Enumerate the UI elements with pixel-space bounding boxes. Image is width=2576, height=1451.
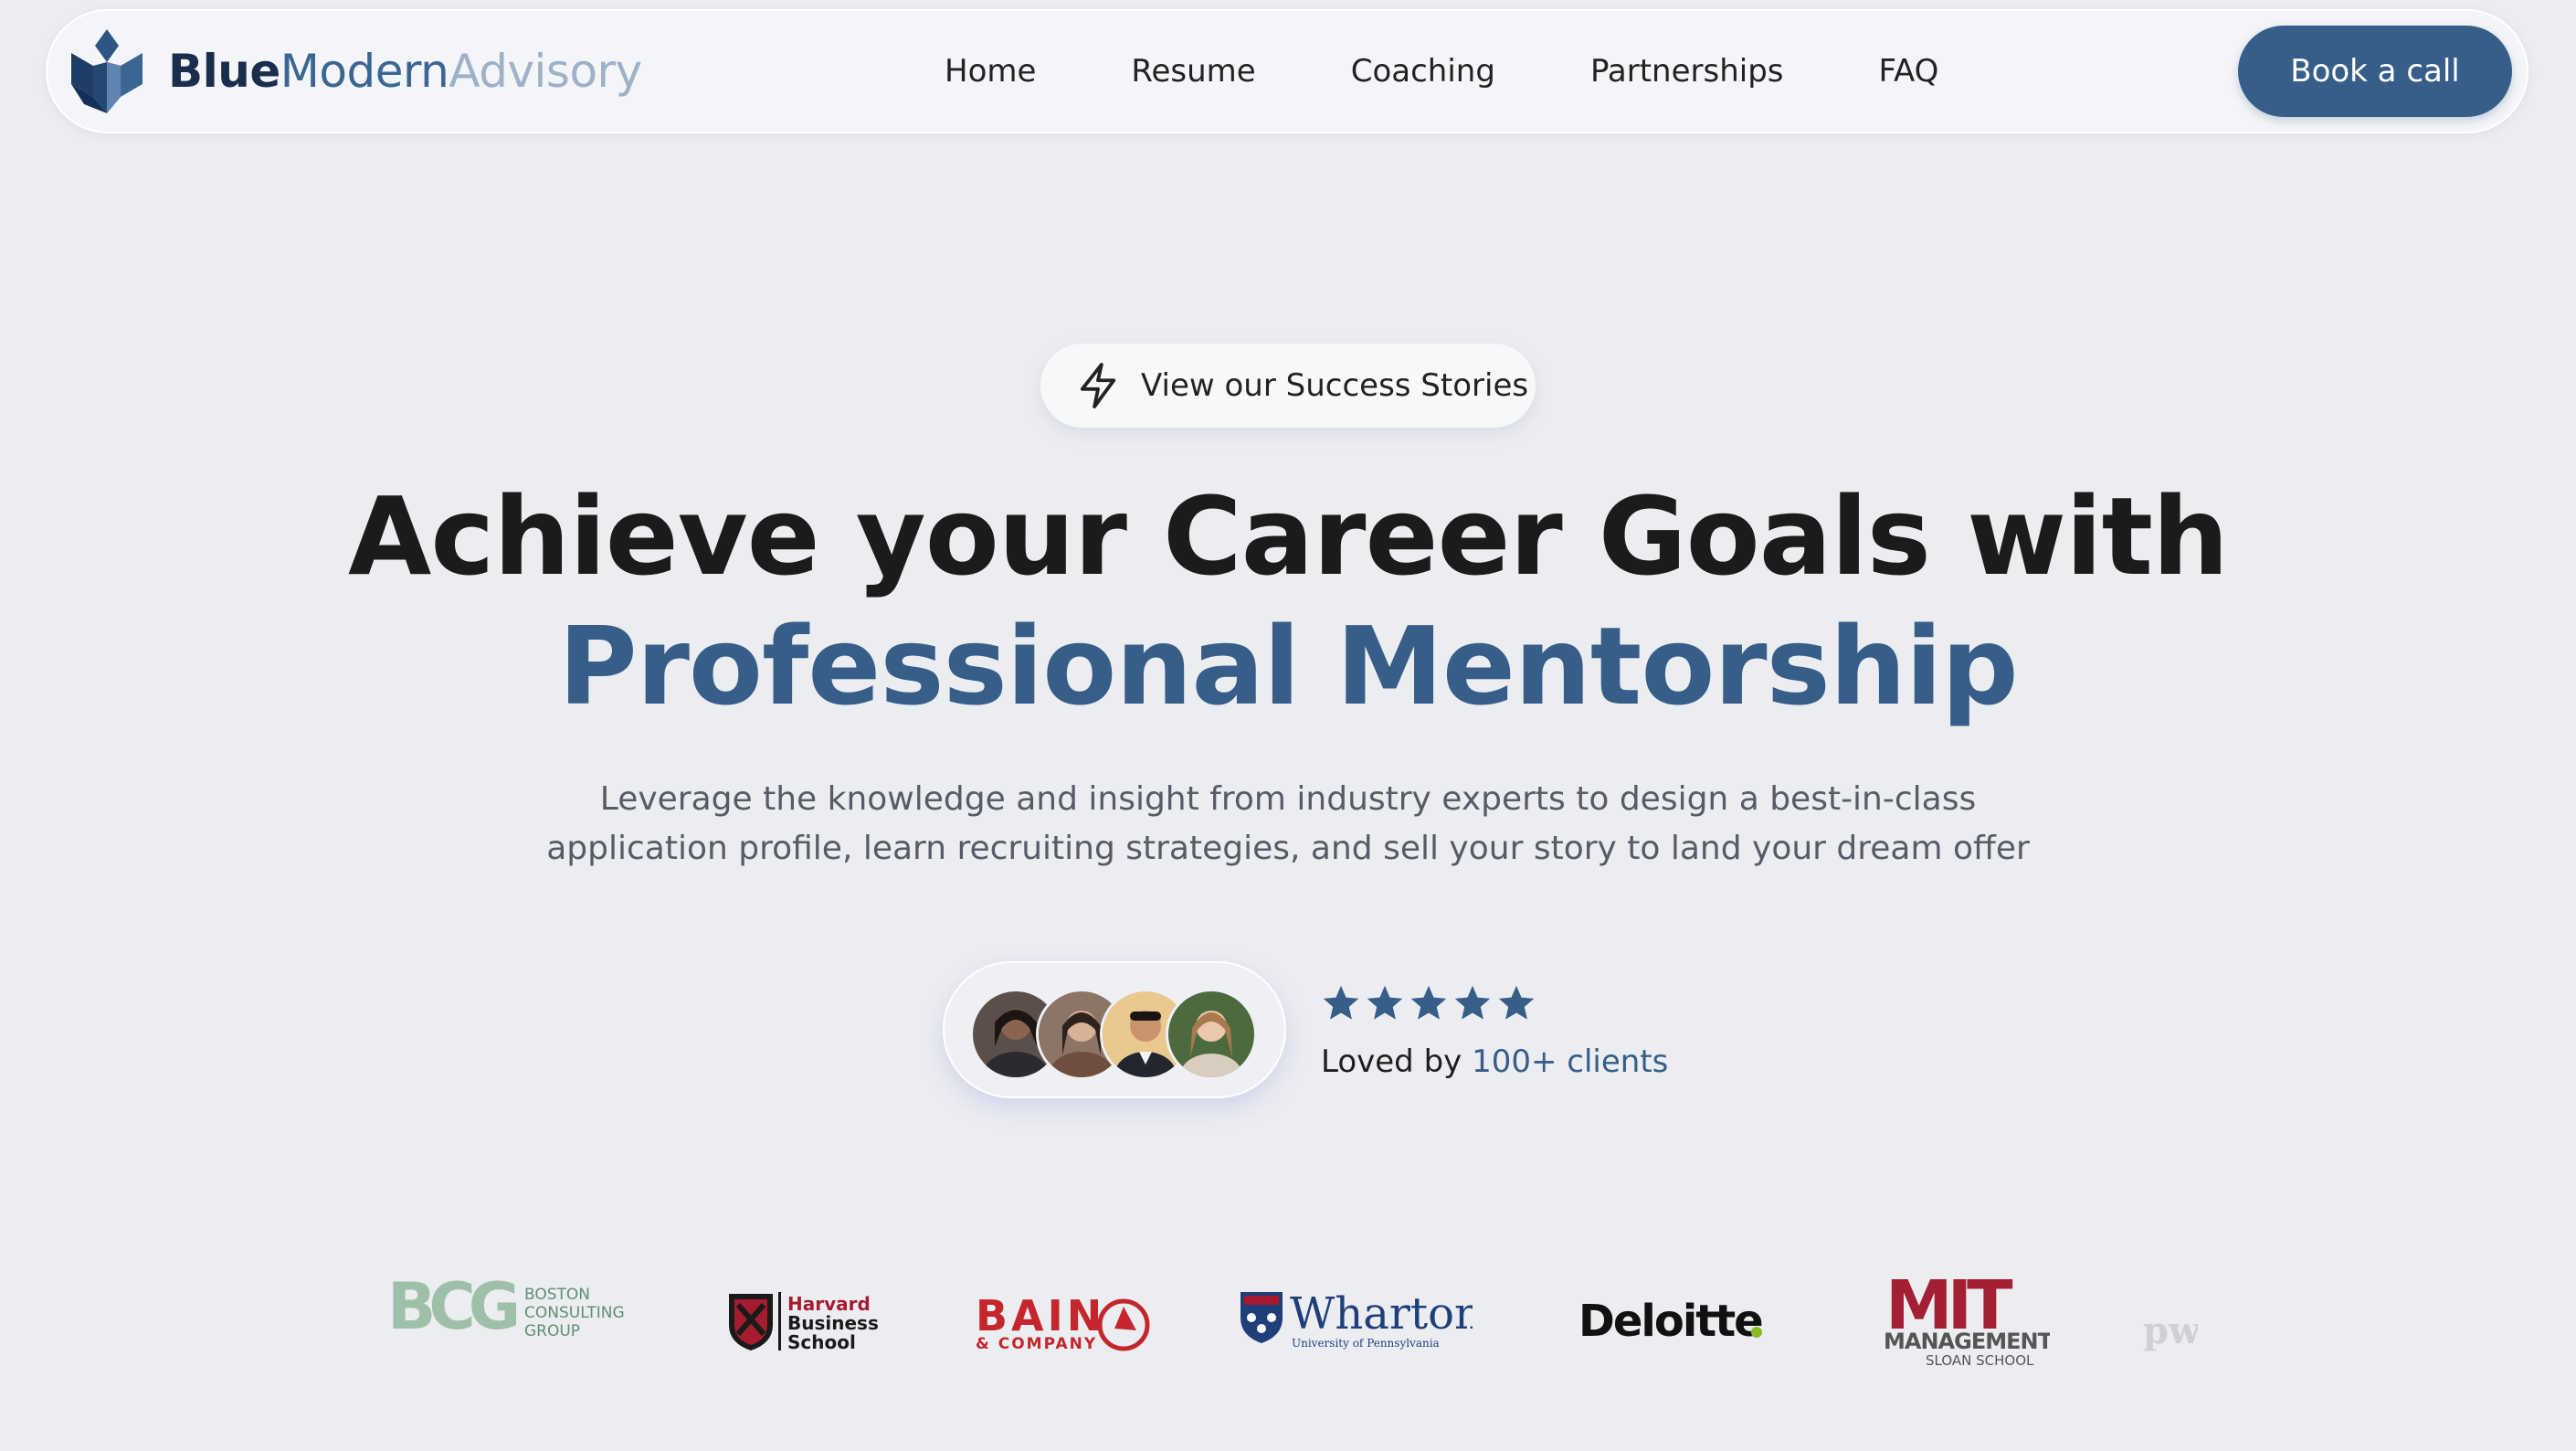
- wharton-main: Wharton: [1290, 1288, 1473, 1340]
- brand-name-part1: Blue: [168, 45, 280, 98]
- client-count: 100+ clients: [1472, 1043, 1669, 1080]
- bcg-line2: CONSULTING: [524, 1304, 625, 1322]
- brand-logo-icon: [71, 29, 143, 113]
- brand-logo-link[interactable]: BlueModernAdvisory: [66, 26, 642, 117]
- hero-headline-line1: Achieve your Career Goals with: [348, 473, 2229, 599]
- deloitte-wordmark: Deloitte: [1578, 1296, 1762, 1347]
- hero-headline-line2: Professional Mentorship: [558, 603, 2019, 729]
- rating-stars: [1321, 983, 1536, 1023]
- bain-and-company-logo: BAIN & COMPANY: [976, 1290, 1155, 1354]
- bcg-line1: BOSTON: [524, 1286, 590, 1304]
- deloitte-logo: Deloitte: [1578, 1294, 1767, 1349]
- success-stories-button[interactable]: View our Success Stories: [1040, 344, 1536, 428]
- top-navbar: BlueModernAdvisory Home Resume Coaching …: [46, 9, 2528, 133]
- lightning-bolt-icon: [1080, 363, 1116, 408]
- harvard-business-school-logo: Harvard Business School: [727, 1290, 882, 1354]
- main-nav: Home Resume Coaching Partnerships FAQ: [945, 9, 1938, 133]
- star-icon: [1454, 985, 1491, 1020]
- nav-faq-link[interactable]: FAQ: [1879, 53, 1939, 90]
- star-icon: [1410, 985, 1447, 1020]
- pwc-wordmark: pw: [2143, 1309, 2198, 1352]
- nav-partnerships-link[interactable]: Partnerships: [1590, 53, 1784, 90]
- mit-line2: MANAGEMENT: [1884, 1329, 2050, 1354]
- bain-main: BAIN: [976, 1291, 1105, 1340]
- nav-home-link[interactable]: Home: [945, 53, 1036, 90]
- nav-coaching-link[interactable]: Coaching: [1351, 53, 1495, 90]
- wharton-logo: Wharton University of Pennsylvania: [1239, 1287, 1483, 1356]
- brand-name: BlueModernAdvisory: [168, 45, 642, 98]
- mit-line3: SLOAN SCHOOL: [1926, 1352, 2034, 1369]
- partner-logos-strip: BCG BOSTON CONSULTING GROUP Harvard Busi…: [0, 1261, 2576, 1369]
- bcg-letters: BCG: [387, 1269, 517, 1344]
- book-a-call-button[interactable]: Book a call: [2238, 26, 2512, 117]
- loved-by-clients-text: Loved by 100+ clients: [1321, 1043, 1668, 1080]
- success-stories-label: View our Success Stories: [1141, 367, 1529, 404]
- bain-sub: & COMPANY: [976, 1335, 1097, 1353]
- star-icon: [1367, 985, 1403, 1020]
- client-avatar: [1166, 989, 1257, 1080]
- hbs-line3: School: [787, 1331, 856, 1353]
- brand-name-part3: Advisory: [449, 45, 642, 98]
- bcg-line3: GROUP: [524, 1322, 580, 1340]
- pwc-logo: pw: [2143, 1292, 2198, 1356]
- brand-name-part2: Modern: [280, 45, 449, 98]
- nav-resume-link[interactable]: Resume: [1131, 53, 1255, 90]
- mit-sloan-logo: MIT MANAGEMENT SLOAN SCHOOL: [1882, 1266, 2054, 1369]
- client-avatars-group: [943, 961, 1286, 1098]
- bcg-logo: BCG BOSTON CONSULTING GROUP: [387, 1268, 634, 1350]
- wharton-sub: University of Pennsylvania: [1292, 1337, 1440, 1350]
- loved-by-prefix: Loved by: [1321, 1043, 1462, 1080]
- hero-subtitle: Leverage the knowledge and insight from …: [546, 780, 2030, 867]
- star-icon: [1323, 985, 1359, 1020]
- star-icon: [1498, 985, 1535, 1020]
